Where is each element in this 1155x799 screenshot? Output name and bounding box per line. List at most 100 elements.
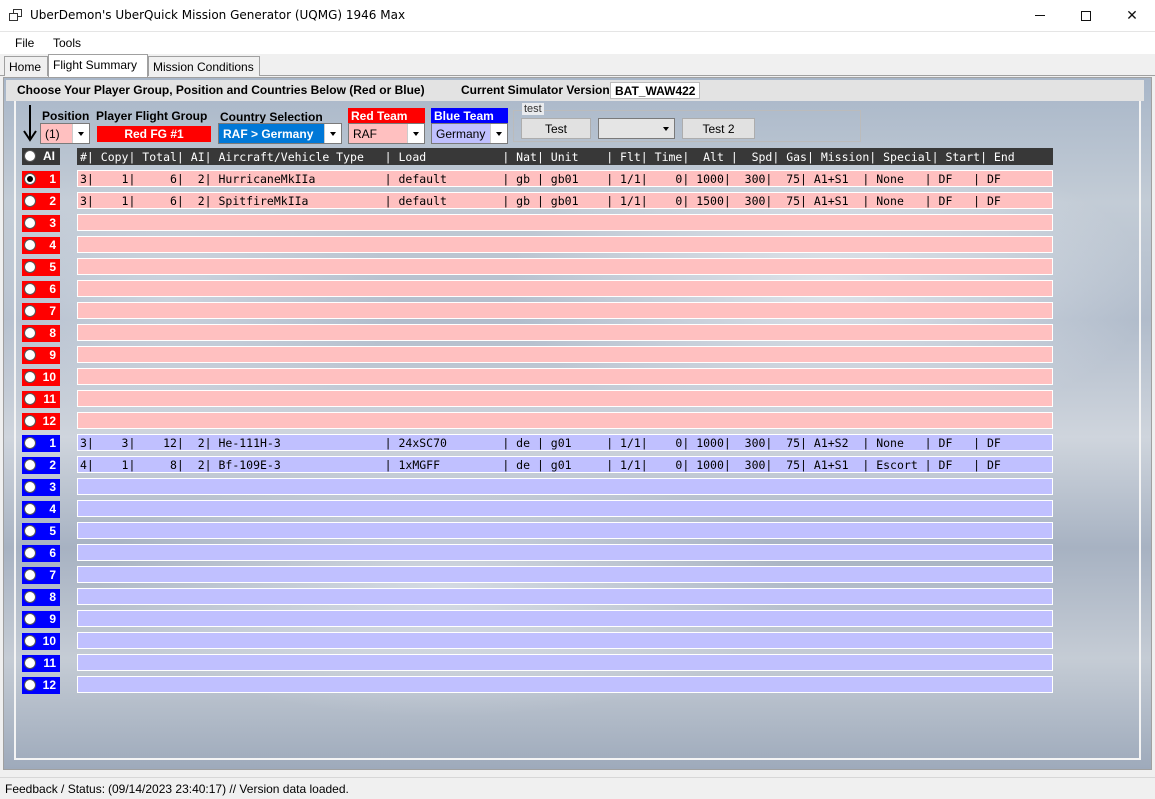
blue-row-selector[interactable]: 12 xyxy=(22,677,60,694)
blue-row-selector[interactable]: 11 xyxy=(22,655,60,672)
red-row-selector[interactable]: 10 xyxy=(22,369,60,386)
red-row-selector[interactable]: 4 xyxy=(22,237,60,254)
tab-flight-summary[interactable]: Flight Summary xyxy=(48,54,148,77)
red-row-selector[interactable]: 2 xyxy=(22,193,60,210)
close-button[interactable]: ✕ xyxy=(1109,0,1155,31)
close-icon: ✕ xyxy=(1126,7,1138,24)
radio-icon[interactable] xyxy=(24,481,36,493)
table-row[interactable] xyxy=(77,544,1053,561)
red-row-selector[interactable]: 12 xyxy=(22,413,60,430)
table-row[interactable] xyxy=(77,588,1053,605)
table-row[interactable] xyxy=(77,214,1053,231)
table-row[interactable] xyxy=(77,390,1053,407)
radio-icon[interactable] xyxy=(24,657,36,669)
table-row[interactable] xyxy=(77,522,1053,539)
radio-icon[interactable] xyxy=(24,305,36,317)
blue-row-selector[interactable]: 5 xyxy=(22,523,60,540)
sim-version-label: Current Simulator Version: xyxy=(461,83,614,97)
blue-row-selector[interactable]: 1 xyxy=(22,435,60,452)
blue-row-selector[interactable]: 2 xyxy=(22,457,60,474)
radio-icon[interactable] xyxy=(24,349,36,361)
test-select[interactable] xyxy=(598,118,675,139)
blue-row-selector[interactable]: 8 xyxy=(22,589,60,606)
ai-select-all[interactable]: AI xyxy=(22,148,60,165)
blue-row-selector[interactable]: 9 xyxy=(22,611,60,628)
table-row[interactable] xyxy=(77,566,1053,583)
blue-row-selector[interactable]: 10 xyxy=(22,633,60,650)
red-row-selector[interactable]: 7 xyxy=(22,303,60,320)
red-row-selector[interactable]: 11 xyxy=(22,391,60,408)
table-row[interactable]: 3| 1| 6| 2| HurricaneMkIIa | default | g… xyxy=(77,170,1053,187)
menu-tools[interactable]: Tools xyxy=(53,36,81,50)
tab-home[interactable]: Home xyxy=(4,56,48,76)
radio-icon[interactable] xyxy=(24,547,36,559)
red-row-selector[interactable]: 5 xyxy=(22,259,60,276)
radio-icon[interactable] xyxy=(24,393,36,405)
radio-icon[interactable] xyxy=(24,283,36,295)
table-row[interactable] xyxy=(77,654,1053,671)
grid-header-text: #| Copy| Total| AI| Aircraft/Vehicle Typ… xyxy=(80,150,1015,164)
menu-file[interactable]: File xyxy=(15,36,34,50)
radio-icon[interactable] xyxy=(24,503,36,515)
blue-row-selector[interactable]: 4 xyxy=(22,501,60,518)
red-row-selector[interactable]: 1 xyxy=(22,171,60,188)
table-row[interactable] xyxy=(77,302,1053,319)
position-select[interactable]: (1) xyxy=(40,123,90,144)
radio-icon[interactable] xyxy=(24,173,36,185)
radio-icon[interactable] xyxy=(24,261,36,273)
maximize-button[interactable] xyxy=(1063,0,1109,31)
table-row[interactable]: 3| 3| 12| 2| He-111H-3 | 24xSC70 | de | … xyxy=(77,434,1053,451)
table-row[interactable] xyxy=(77,368,1053,385)
red-row-selector[interactable]: 3 xyxy=(22,215,60,232)
table-row[interactable] xyxy=(77,324,1053,341)
table-row[interactable] xyxy=(77,280,1053,297)
radio-icon[interactable] xyxy=(24,679,36,691)
row-number: 7 xyxy=(49,568,56,582)
row-number: 8 xyxy=(49,590,56,604)
minimize-icon xyxy=(1035,15,1045,16)
table-row[interactable] xyxy=(77,676,1053,693)
radio-icon[interactable] xyxy=(24,239,36,251)
radio-icon[interactable] xyxy=(24,437,36,449)
sim-version-value: BAT_WAW422 xyxy=(610,82,700,99)
radio-icon[interactable] xyxy=(24,459,36,471)
test2-button[interactable]: Test 2 xyxy=(682,118,755,139)
radio-icon[interactable] xyxy=(24,150,36,162)
radio-icon[interactable] xyxy=(24,613,36,625)
radio-icon[interactable] xyxy=(24,525,36,537)
radio-icon[interactable] xyxy=(24,635,36,647)
country-select[interactable]: RAF > Germany xyxy=(218,123,342,144)
table-row[interactable] xyxy=(77,610,1053,627)
radio-icon[interactable] xyxy=(24,415,36,427)
table-row[interactable] xyxy=(77,412,1053,429)
window-title: UberDemon's UberQuick Mission Generator … xyxy=(30,8,406,22)
table-row[interactable] xyxy=(77,478,1053,495)
red-team-value: RAF xyxy=(353,127,377,141)
radio-icon[interactable] xyxy=(24,217,36,229)
test-button[interactable]: Test xyxy=(521,118,591,139)
table-row[interactable] xyxy=(77,500,1053,517)
minimize-button[interactable] xyxy=(1017,0,1063,31)
blue-row-selector[interactable]: 7 xyxy=(22,567,60,584)
radio-icon[interactable] xyxy=(24,327,36,339)
table-row[interactable]: 3| 1| 6| 2| SpitfireMkIIa | default | gb… xyxy=(77,192,1053,209)
radio-icon[interactable] xyxy=(24,195,36,207)
red-row-selector[interactable]: 6 xyxy=(22,281,60,298)
red-team-select[interactable]: RAF xyxy=(348,123,425,144)
table-row[interactable] xyxy=(77,346,1053,363)
red-row-selector[interactable]: 9 xyxy=(22,347,60,364)
red-row-selector[interactable]: 8 xyxy=(22,325,60,342)
blue-team-select[interactable]: Germany xyxy=(431,123,508,144)
menu-bar: File Tools xyxy=(0,32,1155,54)
radio-icon[interactable] xyxy=(24,569,36,581)
row-number: 5 xyxy=(49,524,56,538)
tab-mission-conditions[interactable]: Mission Conditions xyxy=(148,56,260,76)
table-row[interactable] xyxy=(77,258,1053,275)
table-row[interactable] xyxy=(77,236,1053,253)
radio-icon[interactable] xyxy=(24,591,36,603)
blue-row-selector[interactable]: 3 xyxy=(22,479,60,496)
radio-icon[interactable] xyxy=(24,371,36,383)
table-row[interactable]: 4| 1| 8| 2| Bf-109E-3 | 1xMGFF | de | g0… xyxy=(77,456,1053,473)
blue-row-selector[interactable]: 6 xyxy=(22,545,60,562)
table-row[interactable] xyxy=(77,632,1053,649)
